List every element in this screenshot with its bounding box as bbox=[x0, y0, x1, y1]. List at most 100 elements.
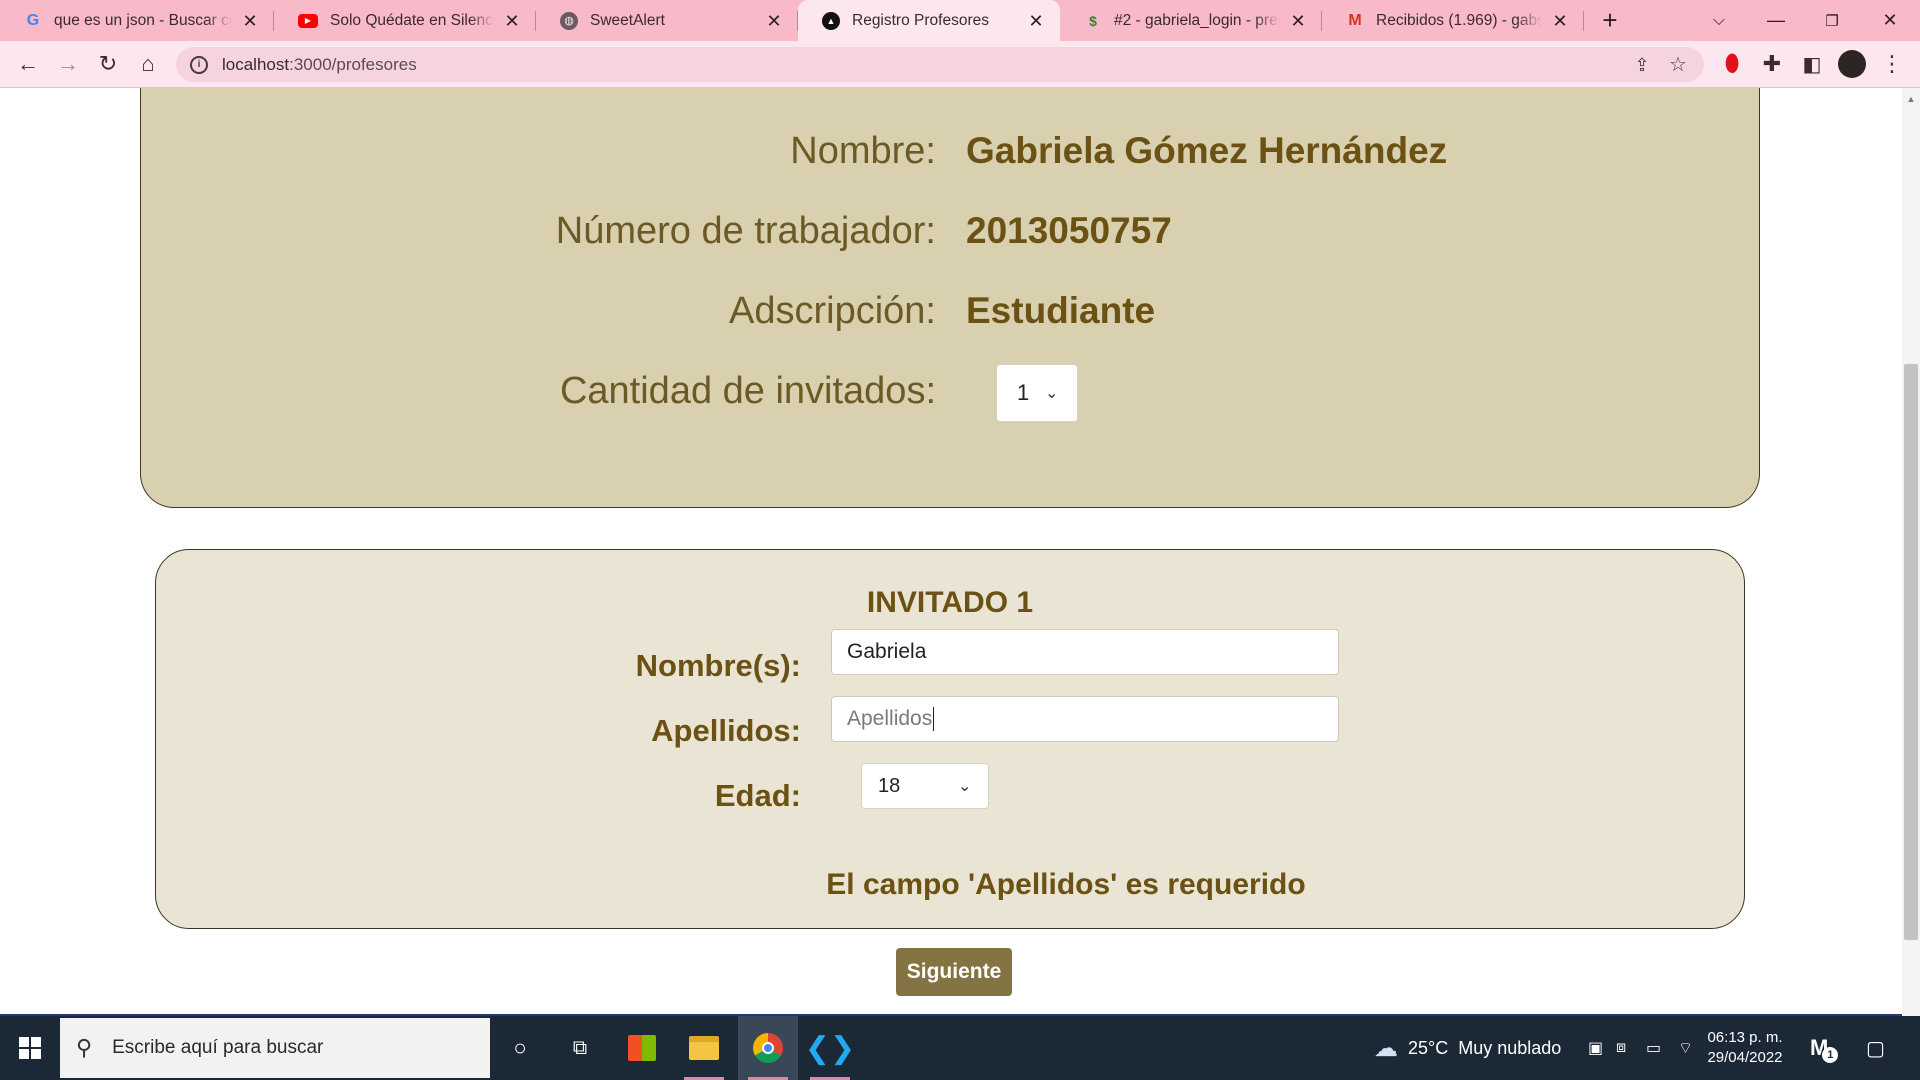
invitados-select-value: 1 bbox=[1017, 380, 1030, 405]
invitado-nombre-label: Nombre(s): bbox=[635, 648, 801, 683]
address-bar[interactable]: i localhost:3000/profesores ⇪ ☆ bbox=[176, 47, 1704, 82]
numero-row: Número de trabajador: bbox=[141, 210, 936, 256]
back-icon[interactable]: ← bbox=[8, 44, 48, 84]
home-icon[interactable]: ⌂ bbox=[128, 44, 168, 84]
weather-temp: 25°C bbox=[1408, 1037, 1449, 1058]
close-icon[interactable]: ✕ bbox=[502, 11, 522, 31]
tab-title: Solo Quédate en Silencio (C bbox=[330, 11, 494, 29]
close-icon[interactable]: ✕ bbox=[1026, 11, 1046, 31]
tab-title: SweetAlert bbox=[590, 11, 665, 29]
windows-start-button[interactable] bbox=[0, 1016, 60, 1080]
invitado-title: INVITADO 1 bbox=[866, 586, 1034, 619]
share-icon[interactable]: ⇪ bbox=[1630, 53, 1654, 77]
invitado-apellidos-label: Apellidos: bbox=[651, 713, 801, 748]
search-icon: ⚲ bbox=[76, 1035, 93, 1060]
invitado-apellidos-input[interactable]: Apellidos bbox=[831, 696, 1339, 742]
microsoft-store-icon[interactable] bbox=[612, 1016, 672, 1080]
tab-sweetalert[interactable]: ◍ SweetAlert ✕ bbox=[536, 0, 798, 41]
system-clock[interactable]: 06:13 p. m. 29/04/2022 bbox=[1700, 1028, 1790, 1068]
notifications-icon[interactable]: ▢ bbox=[1866, 1016, 1885, 1080]
close-icon[interactable]: ✕ bbox=[1288, 11, 1308, 31]
cortana-icon[interactable]: ○ bbox=[490, 1016, 550, 1080]
gmail-icon: M bbox=[1348, 11, 1362, 29]
taskbar-search-box[interactable]: ⚲ Escribe aquí para buscar bbox=[60, 1018, 490, 1078]
invitado-nombre-value: Gabriela bbox=[847, 640, 927, 663]
profile-avatar[interactable] bbox=[1832, 44, 1872, 84]
tab-title: que es un json - Buscar con bbox=[54, 11, 232, 29]
chrome-icon[interactable] bbox=[738, 1016, 798, 1080]
scroll-up-arrow-icon[interactable]: ▲ bbox=[1904, 92, 1918, 106]
restore-icon[interactable]: ❐ bbox=[1804, 0, 1860, 41]
scrollbar-thumb[interactable] bbox=[1904, 364, 1918, 940]
profesor-card: Nombre: Gabriela Gómez Hernández Número … bbox=[140, 88, 1760, 508]
chevron-down-icon: ⌄ bbox=[958, 778, 972, 795]
opera-extension-icon[interactable]: ⬮ bbox=[1712, 44, 1752, 84]
tab-gabriela-login[interactable]: $ #2 - gabriela_login - premi ✕ bbox=[1060, 0, 1322, 41]
siguiente-button[interactable]: Siguiente bbox=[896, 948, 1012, 996]
tab-title: Registro Profesores bbox=[852, 11, 989, 29]
window-close-icon[interactable]: ✕ bbox=[1862, 0, 1918, 41]
tab-registro-profesores[interactable]: ▲ Registro Profesores ✕ bbox=[798, 0, 1060, 41]
side-panel-icon[interactable]: ◧ bbox=[1792, 44, 1832, 84]
minimize-icon[interactable]: — bbox=[1748, 0, 1804, 41]
extensions-puzzle-icon[interactable]: ✚ bbox=[1752, 44, 1792, 84]
url-text[interactable]: localhost:3000/profesores bbox=[222, 55, 417, 75]
numero-value: 2013050757 bbox=[966, 210, 1172, 251]
nombre-row: Nombre: bbox=[141, 130, 936, 176]
display-icon[interactable]: ⧈ bbox=[1616, 1016, 1626, 1080]
tab-google-search[interactable]: G que es un json - Buscar con ✕ bbox=[0, 0, 274, 41]
apellidos-placeholder: Apellidos bbox=[847, 707, 933, 730]
forward-icon[interactable]: → bbox=[48, 44, 88, 84]
chevron-down-icon: ⌄ bbox=[1045, 385, 1059, 402]
adscripcion-label: Adscripción: bbox=[729, 290, 936, 332]
gmail-tray-icon[interactable]: M1 bbox=[1810, 1016, 1839, 1080]
windows-logo-icon bbox=[19, 1037, 41, 1059]
clock-time: 06:13 p. m. bbox=[1707, 1029, 1783, 1046]
app-icon: ▲ bbox=[822, 11, 840, 30]
vscode-icon[interactable]: ❮❯ bbox=[800, 1016, 860, 1080]
invitados-row: Cantidad de invitados: bbox=[141, 370, 936, 416]
invitado-edad-select[interactable]: 18 ⌄ bbox=[861, 763, 989, 809]
close-icon[interactable]: ✕ bbox=[764, 11, 784, 31]
tab-strip: G que es un json - Buscar con ✕ ▶ Solo Q… bbox=[0, 0, 1920, 41]
reload-icon[interactable]: ↻ bbox=[88, 44, 128, 84]
tab-title: Recibidos (1.969) - gabsher bbox=[1376, 11, 1542, 29]
url-host: localhost bbox=[222, 54, 290, 74]
wifi-icon[interactable]: ⌔ bbox=[1678, 1016, 1693, 1080]
windows-taskbar: ⚲ Escribe aquí para buscar ○ ⧉ ❮❯ ☁ 25°C… bbox=[0, 1016, 1920, 1080]
battery-icon[interactable]: ▭ bbox=[1646, 1016, 1661, 1080]
new-tab-button[interactable]: + bbox=[1590, 0, 1630, 41]
close-icon[interactable]: ✕ bbox=[1550, 11, 1570, 31]
tab-title: #2 - gabriela_login - premi bbox=[1114, 11, 1280, 29]
google-icon: G bbox=[26, 11, 40, 29]
invitado-card: INVITADO 1 Nombre(s): Gabriela Apellidos… bbox=[155, 549, 1745, 929]
task-view-icon[interactable]: ⧉ bbox=[550, 1016, 610, 1080]
invitado-edad-label: Edad: bbox=[714, 778, 801, 813]
globe-icon: ◍ bbox=[560, 11, 578, 30]
clock-date: 29/04/2022 bbox=[1707, 1049, 1783, 1066]
cloud-icon: ☁ bbox=[1374, 1034, 1398, 1062]
tab-search-chevron-icon[interactable]: ⌵ bbox=[1691, 0, 1747, 41]
url-path: :3000/profesores bbox=[289, 54, 417, 74]
file-explorer-icon[interactable] bbox=[674, 1016, 734, 1080]
invitados-select[interactable]: 1 ⌄ bbox=[996, 364, 1078, 422]
tab-youtube[interactable]: ▶ Solo Quédate en Silencio (C ✕ bbox=[274, 0, 536, 41]
site-info-icon[interactable]: i bbox=[190, 55, 208, 74]
invitado-nombre-input[interactable]: Gabriela bbox=[831, 629, 1339, 675]
weather-description: Muy nublado bbox=[1458, 1037, 1562, 1058]
taskbar-search-placeholder: Escribe aquí para buscar bbox=[112, 1037, 324, 1058]
invitados-label: Cantidad de invitados: bbox=[559, 370, 936, 412]
menu-kebab-icon[interactable]: ⋮ bbox=[1872, 44, 1912, 84]
tab-gmail[interactable]: M Recibidos (1.969) - gabsher ✕ bbox=[1322, 0, 1584, 41]
close-icon[interactable]: ✕ bbox=[240, 11, 260, 31]
text-caret bbox=[933, 707, 935, 731]
nombre-label: Nombre: bbox=[790, 130, 936, 172]
bookmark-star-icon[interactable]: ☆ bbox=[1666, 53, 1690, 77]
numero-label: Número de trabajador: bbox=[555, 210, 936, 252]
youtube-icon: ▶ bbox=[298, 13, 318, 28]
nombre-value: Gabriela Gómez Hernández bbox=[966, 130, 1448, 171]
adscripcion-value: Estudiante bbox=[966, 290, 1156, 331]
weather-widget[interactable]: ☁ 25°C Muy nublado bbox=[1374, 1016, 1561, 1080]
browser-toolbar: ← → ↻ ⌂ i localhost:3000/profesores ⇪ ☆ … bbox=[0, 41, 1920, 88]
meet-now-icon[interactable]: ▣ bbox=[1588, 1016, 1603, 1080]
